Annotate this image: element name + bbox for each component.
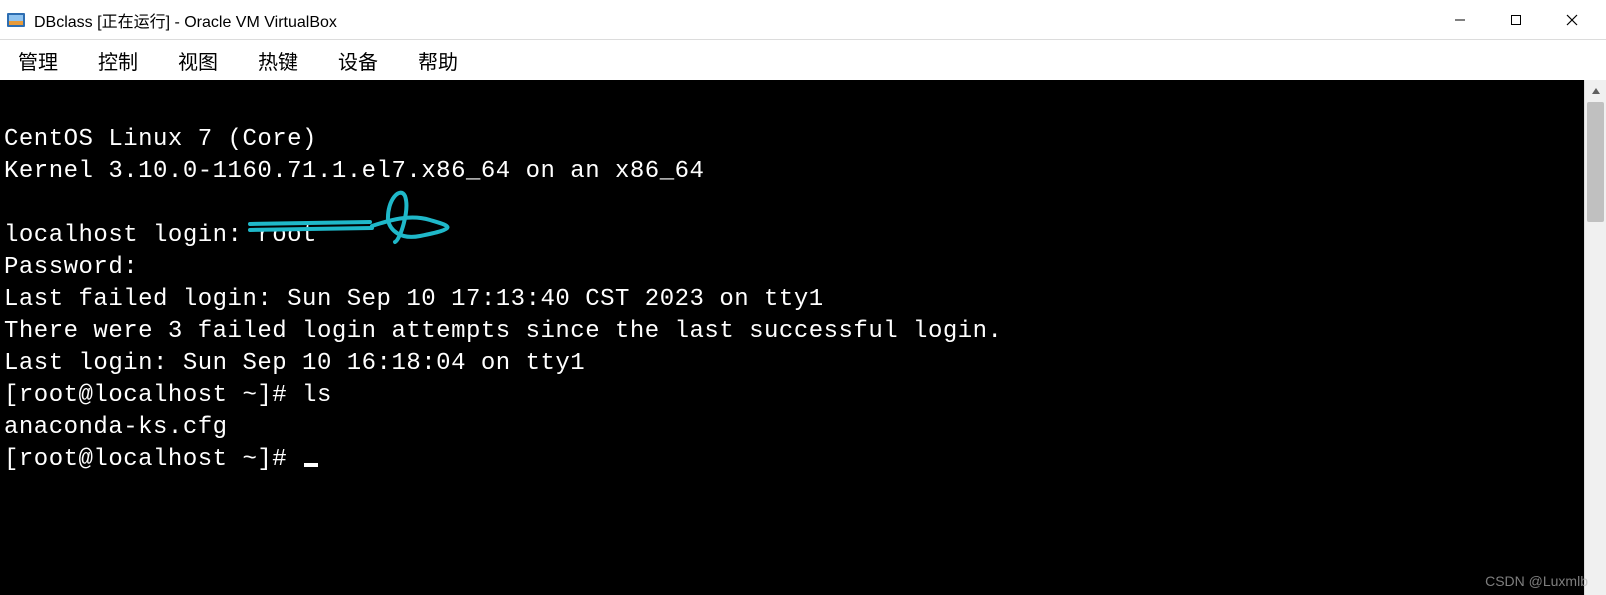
terminal-line: anaconda-ks.cfg xyxy=(4,414,228,441)
menu-devices[interactable]: 设备 xyxy=(330,42,386,79)
close-button[interactable] xyxy=(1544,0,1600,40)
watermark: CSDN @Luxmlb xyxy=(1485,573,1588,589)
menubar: 管理 控制 视图 热键 设备 帮助 xyxy=(0,40,1606,80)
scroll-up-arrow-icon[interactable] xyxy=(1585,80,1606,102)
terminal-line: CentOS Linux 7 (Core) xyxy=(4,126,317,153)
scroll-thumb[interactable] xyxy=(1587,102,1604,222)
menu-help[interactable]: 帮助 xyxy=(410,42,466,79)
terminal-line: Last failed login: Sun Sep 10 17:13:40 C… xyxy=(4,286,824,313)
terminal-line: [root@localhost ~]# ls xyxy=(4,382,332,409)
terminal-line: localhost login: root xyxy=(4,222,317,249)
menu-hotkeys[interactable]: 热键 xyxy=(250,42,306,79)
terminal-line: Password: xyxy=(4,254,138,281)
minimize-button[interactable] xyxy=(1432,0,1488,40)
terminal[interactable]: CentOS Linux 7 (Core) Kernel 3.10.0-1160… xyxy=(0,80,1584,595)
terminal-line: Kernel 3.10.0-1160.71.1.el7.x86_64 on an… xyxy=(4,158,704,185)
virtualbox-icon xyxy=(6,10,26,30)
menu-control[interactable]: 控制 xyxy=(90,42,146,79)
menu-manage[interactable]: 管理 xyxy=(10,42,66,79)
terminal-container: CentOS Linux 7 (Core) Kernel 3.10.0-1160… xyxy=(0,80,1606,595)
menu-view[interactable]: 视图 xyxy=(170,42,226,79)
vertical-scrollbar[interactable] xyxy=(1584,80,1606,595)
window-title: DBclass [正在运行] - Oracle VM VirtualBox xyxy=(34,8,1432,32)
terminal-line: [root@localhost ~]# xyxy=(4,446,302,473)
window-titlebar: DBclass [正在运行] - Oracle VM VirtualBox xyxy=(0,0,1606,40)
terminal-cursor xyxy=(304,463,318,467)
maximize-button[interactable] xyxy=(1488,0,1544,40)
window-controls xyxy=(1432,0,1600,40)
terminal-line: There were 3 failed login attempts since… xyxy=(4,318,1002,345)
terminal-line: Last login: Sun Sep 10 16:18:04 on tty1 xyxy=(4,350,585,377)
